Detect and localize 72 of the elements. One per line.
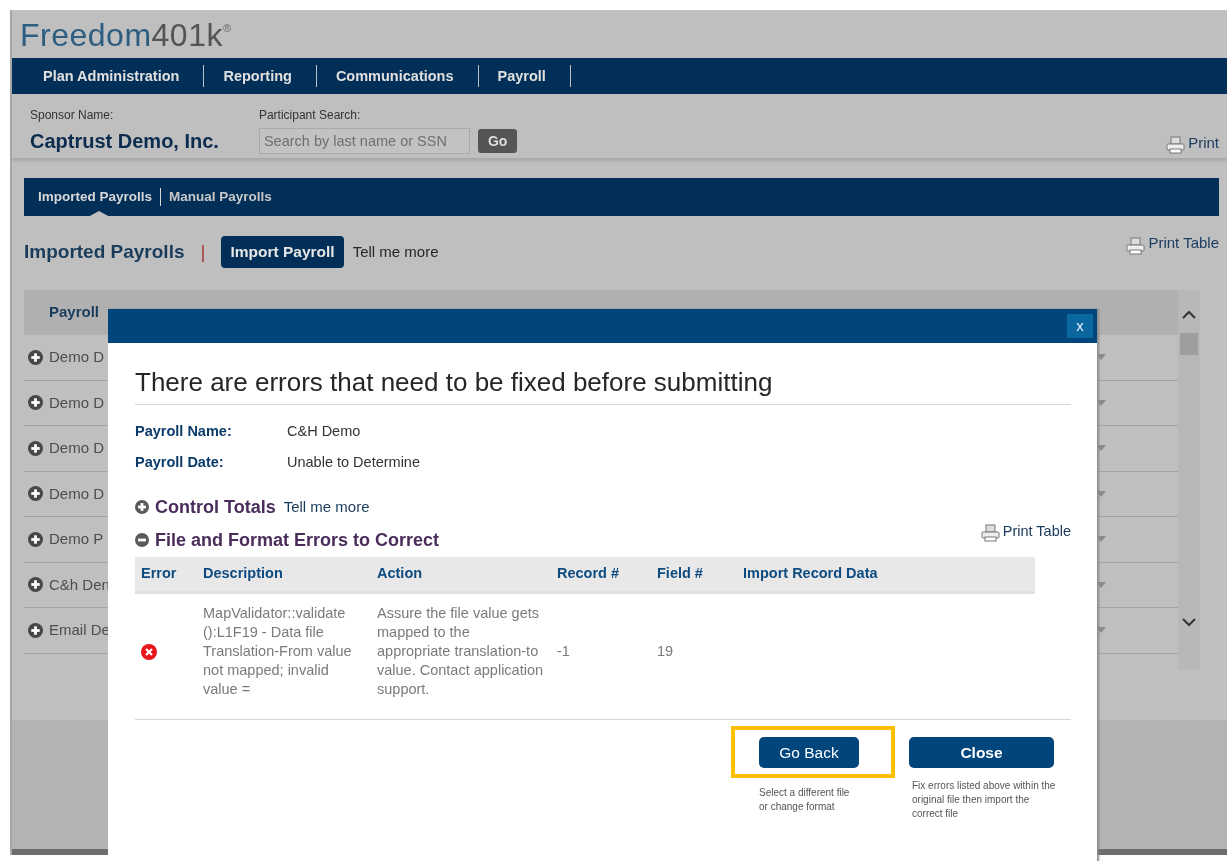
caret-icon[interactable] <box>1096 354 1106 361</box>
table-cell-text: Demo D <box>49 438 104 458</box>
table-cell-text: Demo P <box>49 529 104 549</box>
column-header: Description <box>197 556 371 593</box>
print-link[interactable]: Print <box>1166 131 1219 154</box>
collapse-icon[interactable] <box>135 533 149 548</box>
table-cell: -1 <box>551 592 651 718</box>
table-cell-text: Demo D <box>49 392 104 413</box>
column-header: Record # <box>551 556 651 593</box>
caret-icon[interactable] <box>1096 581 1106 588</box>
nav-link[interactable]: Reporting <box>204 65 317 87</box>
help-link[interactable]: Tell me more <box>352 240 439 264</box>
caret-icon[interactable] <box>1096 399 1106 406</box>
detail-value: Unable to Determine <box>287 452 420 472</box>
expand-icon <box>28 577 43 593</box>
expand-icon <box>28 531 43 547</box>
print-table-link[interactable]: Print Table <box>1126 232 1219 255</box>
search-field[interactable]: Search by last name or SSN <box>258 128 470 154</box>
detail-label: Payroll Date: <box>135 452 225 472</box>
print-table-link[interactable]: Print Table <box>980 520 1071 543</box>
column-header: Payroll <box>49 302 100 323</box>
table-cell: MapValidator::validate ():L1F19 - Data file Translation-From value not mapped; invalid value = <box>197 592 371 718</box>
close-button[interactable]: x <box>1067 314 1093 338</box>
column-header: Import Record Data <box>737 556 1035 593</box>
printer-icon <box>980 524 1001 543</box>
expand-icon[interactable] <box>135 500 149 515</box>
section-heading[interactable]: File and Format Errors to Correct <box>155 526 440 554</box>
table-cell-text: Demo D <box>49 483 104 504</box>
separator: | <box>200 239 206 264</box>
table-cell: Assure the file value gets mapped to the appropriate translation-to value. Contact application support. <box>371 592 551 718</box>
column-header: Field # <box>651 556 737 593</box>
field-label: Sponsor Name: <box>30 107 115 124</box>
table-cell: 19 <box>651 592 737 718</box>
close-button[interactable]: Close <box>909 737 1054 769</box>
expand-icon <box>28 349 43 365</box>
nav-link[interactable]: Plan Administration <box>24 65 205 87</box>
chevron-up-icon[interactable] <box>1182 310 1196 319</box>
detail-value: C&H Demo <box>287 422 361 442</box>
caret-icon[interactable] <box>1096 490 1106 497</box>
section-title: Imported Payrolls <box>24 239 185 264</box>
printer-icon <box>1166 136 1187 154</box>
field-label: Participant Search: <box>258 107 362 124</box>
printer-icon <box>1126 236 1147 255</box>
expand-icon <box>28 395 43 411</box>
caret-icon[interactable] <box>1096 445 1106 452</box>
button-hint: Select a different file or change format <box>759 786 851 815</box>
column-header: Error <box>135 556 197 593</box>
expand-icon <box>28 440 43 456</box>
sub-tab[interactable]: Manual Payrolls <box>169 188 280 206</box>
dialog-title: There are errors that need to be fixed before submitting <box>135 367 1071 406</box>
caret-icon[interactable] <box>1096 536 1106 543</box>
expand-icon <box>28 622 43 638</box>
chevron-down-icon[interactable] <box>1182 618 1196 627</box>
scrollbar[interactable] <box>1178 290 1200 670</box>
table-cell-text: Demo D <box>49 347 104 367</box>
section-heading[interactable]: Control Totals <box>155 493 276 521</box>
expand-icon <box>28 486 43 502</box>
button-hint: Fix errors listed above within the original file then import the correct file <box>912 779 1057 822</box>
error-icon <box>141 644 157 661</box>
go-button[interactable]: Go <box>477 129 518 153</box>
nav-link[interactable]: Payroll <box>478 65 571 87</box>
caret-icon[interactable] <box>1096 627 1106 634</box>
sponsor-name: Captrust Demo, Inc. <box>30 129 219 154</box>
column-header: Action <box>371 556 551 593</box>
scroll-thumb[interactable] <box>1180 333 1198 355</box>
nav-link[interactable]: Communications <box>316 65 479 87</box>
detail-label: Payroll Name: <box>135 422 233 442</box>
sub-tab[interactable]: Imported Payrolls <box>38 188 161 206</box>
logo: Freedom401k$^{®}$ <box>19 16 232 54</box>
help-link[interactable]: Tell me more <box>283 495 370 519</box>
go-back-button[interactable]: Go Back <box>759 737 859 769</box>
import-payroll-button[interactable]: Import Payroll <box>221 236 344 268</box>
